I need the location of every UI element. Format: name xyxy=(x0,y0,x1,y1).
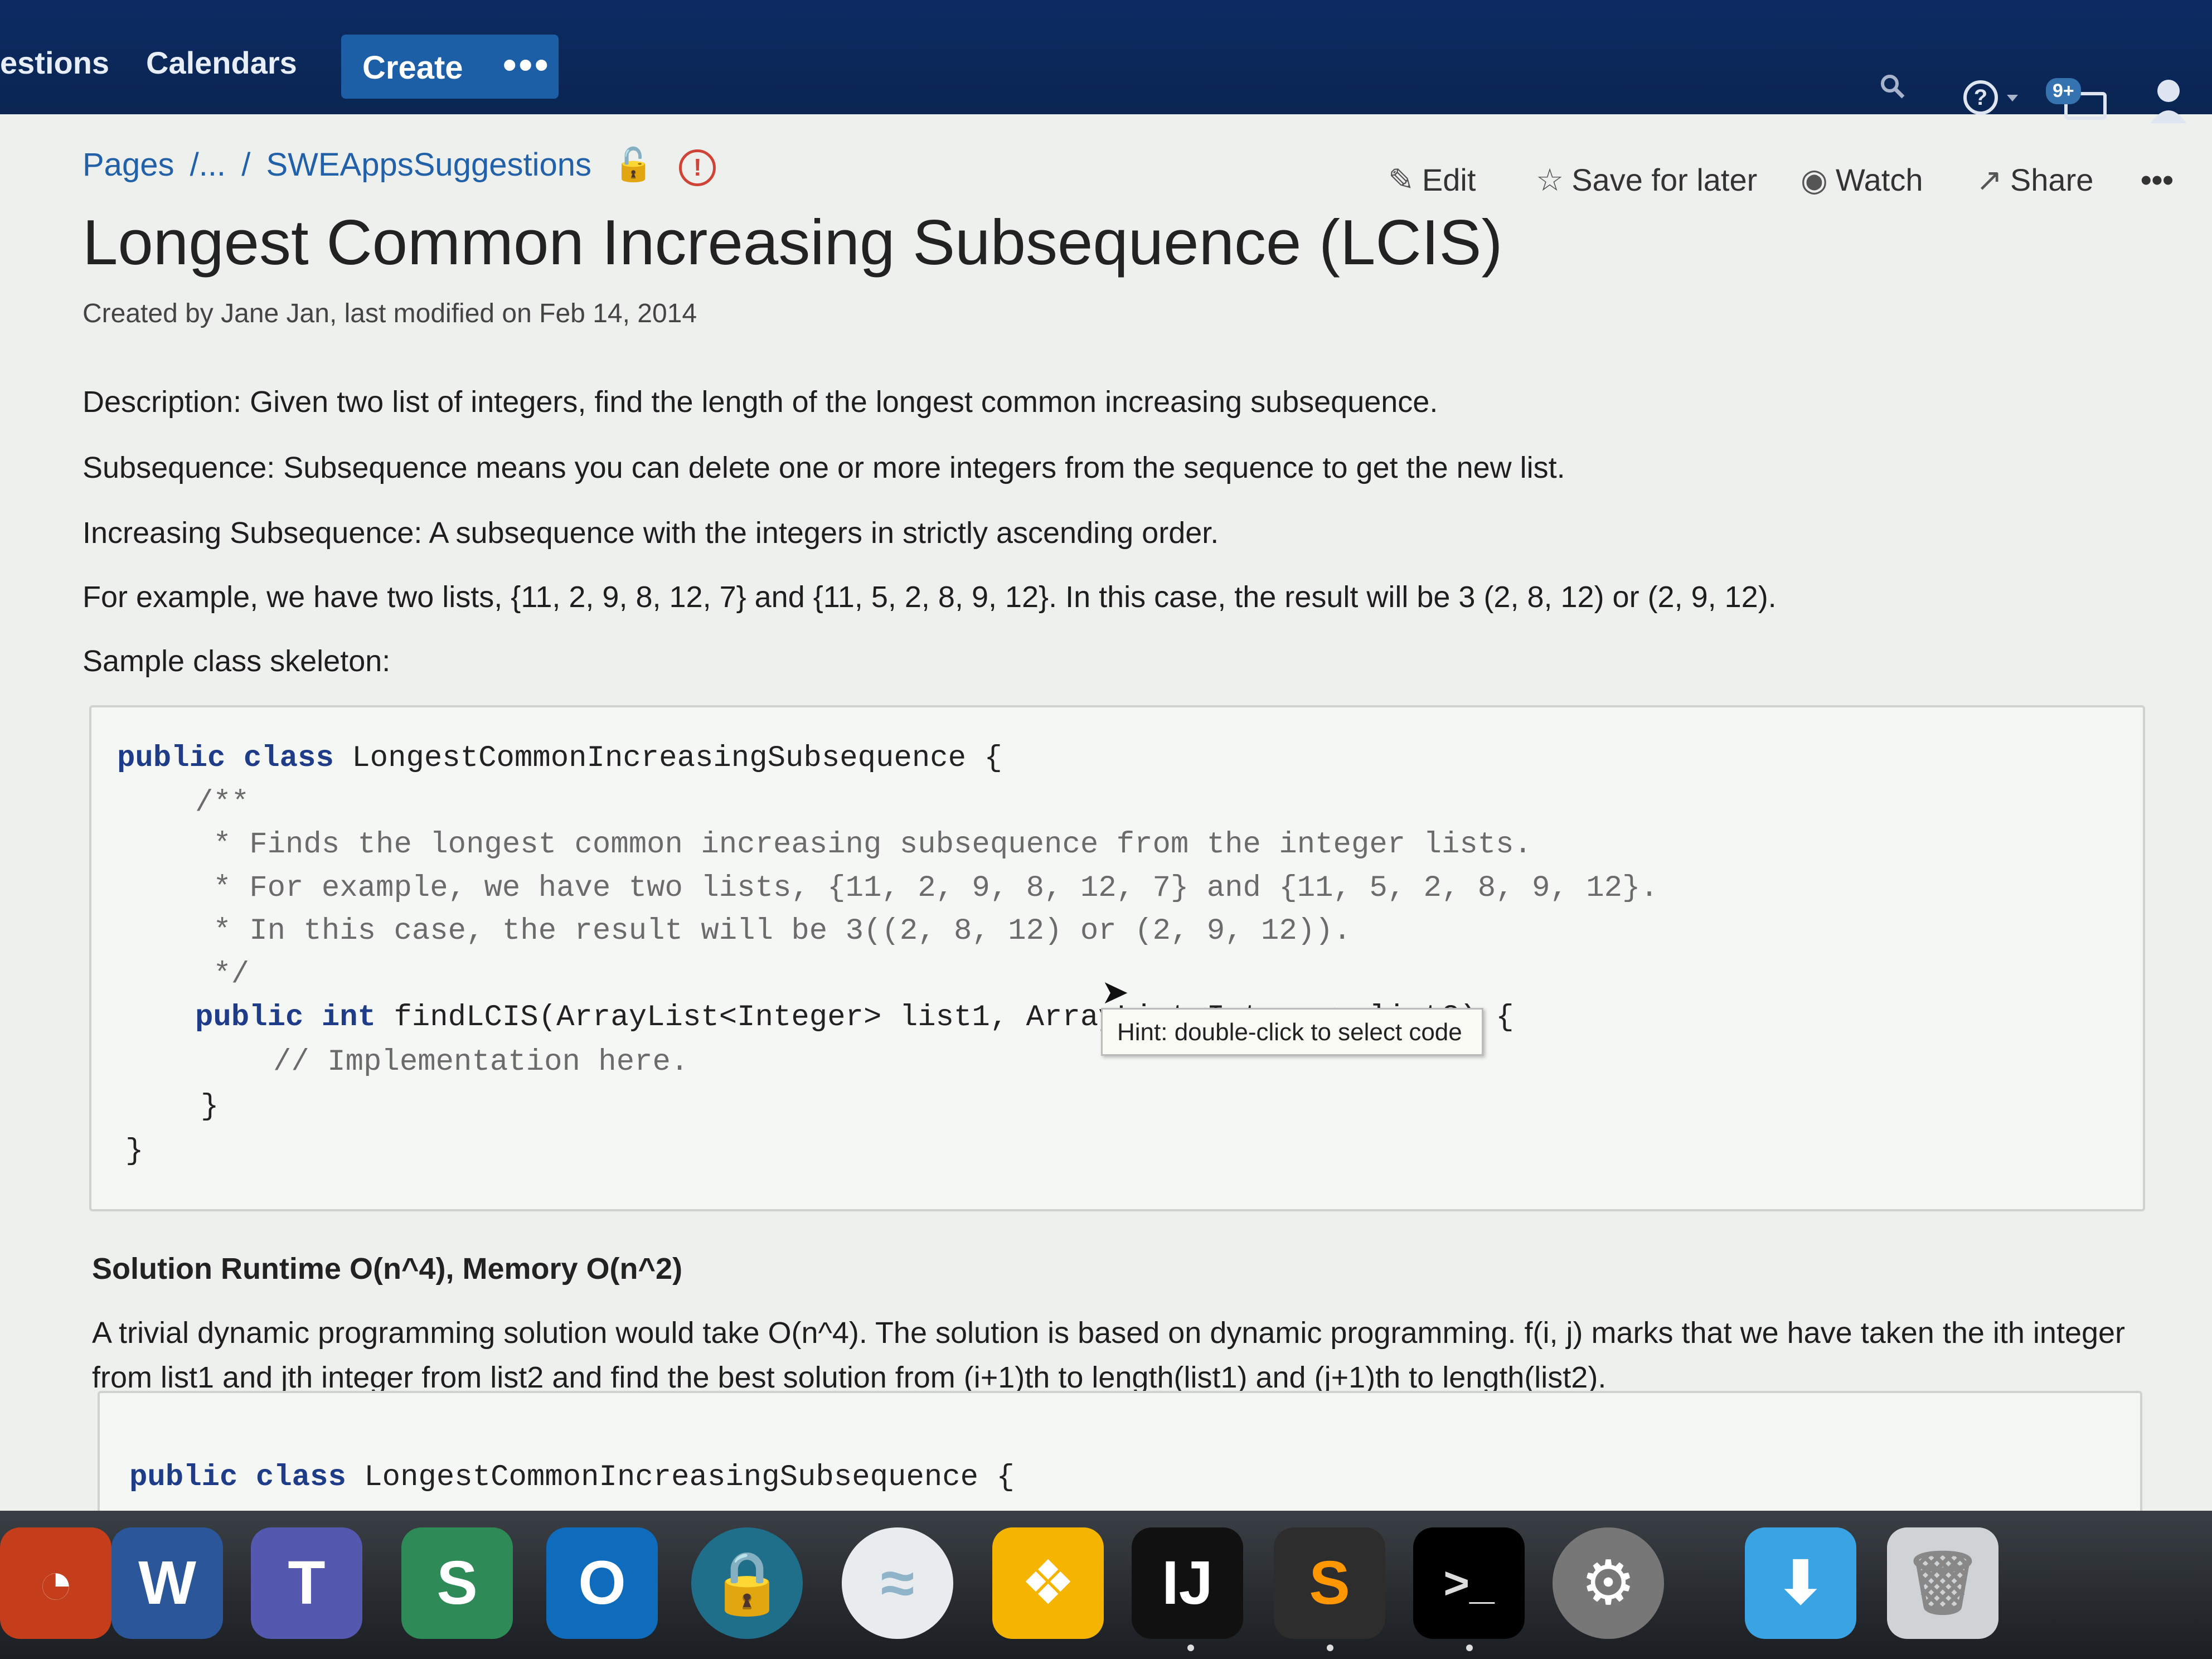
dock-app-outlook[interactable]: O xyxy=(546,1527,658,1639)
gear-icon: ⚙ xyxy=(1580,1549,1636,1617)
watch-button[interactable]: ◉ Watch xyxy=(1801,162,1923,198)
more-actions-button[interactable]: ••• xyxy=(2141,162,2174,198)
page-metadata: Created by Jane Jan, last modified on Fe… xyxy=(83,299,697,328)
dock-app-trash[interactable]: 🗑 xyxy=(1887,1527,1998,1639)
skeleton-label: Sample class skeleton: xyxy=(83,644,391,678)
create-button[interactable]: Create ••• xyxy=(341,35,559,99)
download-icon: ⬇ xyxy=(1774,1549,1827,1617)
increasing-subsequence-paragraph: Increasing Subsequence: A subsequence wi… xyxy=(83,516,1219,550)
dock-app-powerpoint[interactable]: ◔ xyxy=(0,1527,111,1639)
dock-app-sublime[interactable]: S xyxy=(1274,1527,1385,1639)
search-icon[interactable] xyxy=(1879,72,1907,100)
edit-button[interactable]: ✎ Edit xyxy=(1388,162,1476,198)
breadcrumb: Pages /... / SWEAppsSuggestions xyxy=(83,146,598,183)
dock-app-word[interactable]: W xyxy=(111,1527,223,1639)
create-label: Create xyxy=(362,50,463,86)
code-keyword: public class xyxy=(129,1461,346,1495)
code-keyword: public int xyxy=(195,1001,376,1035)
dock-app-slack[interactable]: S xyxy=(401,1527,513,1639)
dock-running-indicator xyxy=(1187,1645,1194,1651)
code-hint-tooltip: Hint: double-click to select code xyxy=(1101,1008,1483,1056)
save-for-later-button[interactable]: ☆ Save for later xyxy=(1536,162,1757,198)
code-comment-close: */ xyxy=(195,958,250,992)
code-comment-line: * In this case, the result will be 3((2,… xyxy=(195,914,1351,948)
solution-text-line2: from list1 and jth integer from list2 an… xyxy=(92,1361,1607,1394)
code-line-close-method: } xyxy=(201,1090,219,1124)
user-avatar-icon[interactable] xyxy=(2146,75,2196,125)
share-label: Share xyxy=(2010,162,2094,197)
breadcrumb-separator: / xyxy=(241,147,251,183)
dock-app-launcher[interactable]: ❖ xyxy=(992,1527,1104,1639)
trash-icon: 🗑 xyxy=(1904,1549,1982,1617)
svg-text:?: ? xyxy=(1974,85,1987,110)
wifi-icon: ≈ xyxy=(880,1549,915,1617)
solution-code-block[interactable] xyxy=(98,1391,2142,1529)
subsequence-paragraph: Subsequence: Subsequence means you can d… xyxy=(83,451,1565,484)
solution-code-line: public class LongestCommonIncreasingSubs… xyxy=(129,1461,1015,1495)
star-icon: ☆ xyxy=(1536,162,1564,197)
solution-heading: Solution Runtime O(n^4), Memory O(n^2) xyxy=(92,1252,683,1286)
dock-app-downloads-folder[interactable]: ⬇ xyxy=(1745,1527,1856,1639)
dock-running-indicator xyxy=(1466,1645,1473,1651)
create-more-icon[interactable]: ••• xyxy=(503,42,551,87)
breadcrumb-pages[interactable]: Pages xyxy=(83,147,174,183)
tooltip-text: Hint: double-click to select code xyxy=(1117,1018,1462,1046)
dock-running-indicator xyxy=(1327,1645,1333,1651)
dock-app-vpn[interactable]: 🔒 xyxy=(691,1527,803,1639)
breadcrumb-swe-apps[interactable]: SWEAppsSuggestions xyxy=(266,147,591,183)
solution-text-line1: A trivial dynamic programming solution w… xyxy=(92,1316,2126,1350)
code-keyword: public class xyxy=(117,741,334,775)
code-comment-line: * Finds the longest common increasing su… xyxy=(195,828,1532,862)
description-paragraph: Description: Given two list of integers,… xyxy=(83,385,1438,419)
warning-icon[interactable]: ! xyxy=(679,149,716,186)
watch-label: Watch xyxy=(1835,162,1923,197)
grid-icon: ❖ xyxy=(1020,1549,1076,1617)
code-line-comment: // Implementation here. xyxy=(273,1045,689,1079)
dock-app-wifi[interactable]: ≈ xyxy=(842,1527,953,1639)
top-navigation-bar: estions Calendars Create ••• ? 9+ xyxy=(0,0,2212,123)
save-label: Save for later xyxy=(1571,162,1758,197)
code-line-close-class: } xyxy=(125,1134,144,1168)
code-text: LongestCommonIncreasingSubsequence { xyxy=(346,1461,1015,1495)
pencil-icon: ✎ xyxy=(1388,162,1414,197)
code-block[interactable] xyxy=(89,705,2145,1211)
page-title: Longest Common Increasing Subsequence (L… xyxy=(83,207,1503,278)
example-paragraph: For example, we have two lists, {11, 2, … xyxy=(83,580,1777,614)
page-status-icons: 🔓 ! xyxy=(613,146,716,186)
code-line-class: public class LongestCommonIncreasingSubs… xyxy=(117,741,1002,775)
lock-icon: 🔒 xyxy=(709,1549,785,1617)
code-comment-line: * For example, we have two lists, {11, 2… xyxy=(195,871,1658,905)
pie-chart-icon: ◔ xyxy=(37,1549,75,1617)
code-comment-open: /** xyxy=(195,786,250,820)
edit-label: Edit xyxy=(1422,162,1476,197)
eye-icon: ◉ xyxy=(1801,162,1828,197)
breadcrumb-ellipsis[interactable]: /... xyxy=(190,147,226,183)
nav-item-calendars[interactable]: Calendars xyxy=(146,45,297,81)
sublime-icon: S xyxy=(1309,1549,1350,1617)
dock-app-intellij[interactable]: IJ xyxy=(1132,1527,1243,1639)
dock-app-system-preferences[interactable]: ⚙ xyxy=(1553,1527,1664,1639)
dock-app-terminal[interactable]: >_ xyxy=(1413,1527,1525,1639)
share-icon: ↗ xyxy=(1976,162,2002,197)
share-button[interactable]: ↗ Share xyxy=(1976,162,2093,198)
code-text: LongestCommonIncreasingSubsequence { xyxy=(333,741,1002,775)
dock-app-teams[interactable]: T xyxy=(251,1527,362,1639)
help-icon[interactable]: ? xyxy=(1961,78,2022,117)
mouse-cursor-icon: ➤ xyxy=(1101,973,1129,1011)
notification-count-badge: 9+ xyxy=(2046,78,2081,104)
unlock-icon[interactable]: 🔓 xyxy=(613,147,653,183)
nav-item-questions[interactable]: estions xyxy=(0,45,109,81)
